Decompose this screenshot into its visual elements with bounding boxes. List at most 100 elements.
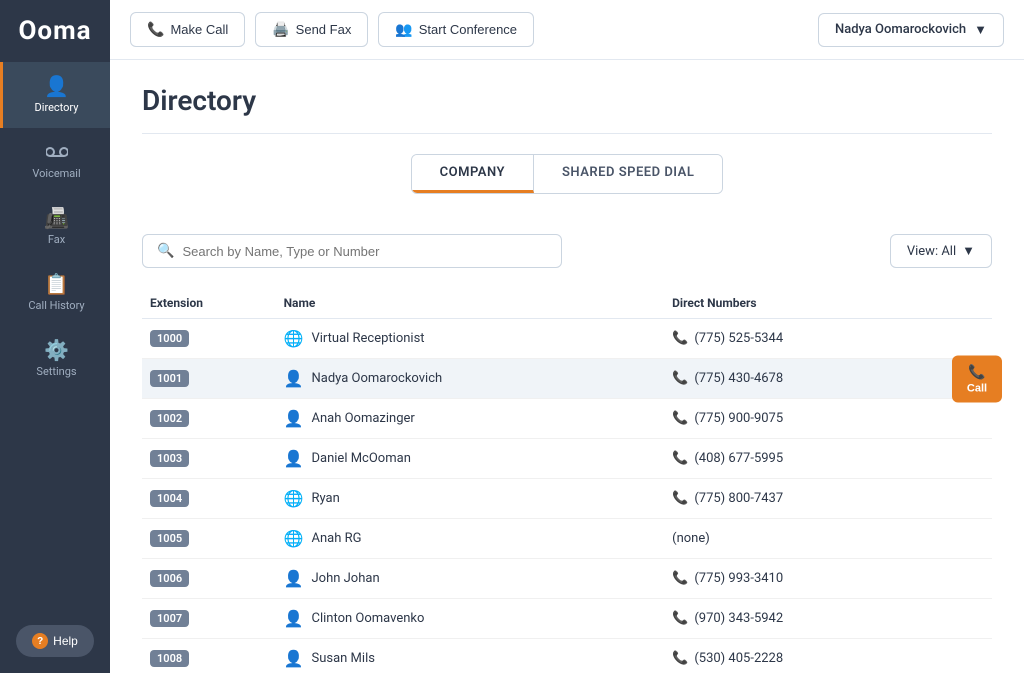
sidebar-item-voicemail[interactable]: Voicemail [0, 128, 110, 194]
person-icon: 👤 [284, 569, 304, 588]
dropdown-arrow-icon: ▼ [974, 22, 987, 38]
user-dropdown[interactable]: Nadya Oomarockovich ▼ [818, 13, 1004, 47]
globe-icon: 🌐 [284, 529, 304, 548]
table-header-row: Extension Name Direct Numbers [142, 288, 992, 319]
th-action [907, 288, 992, 319]
directory-table: Extension Name Direct Numbers 1000 🌐 Virtu… [142, 288, 992, 673]
tab-shared-speed-dial[interactable]: SHARED SPEED DIAL [534, 155, 722, 193]
cell-phone: (none) [664, 519, 907, 559]
divider [142, 133, 992, 134]
name-cell: 👤Susan Mils [284, 649, 653, 668]
cell-extension: 1003 [142, 439, 276, 479]
cell-action [907, 559, 992, 599]
sidebar: Ooma 👤 Directory Voicemail 📠 Fax 📋 Call … [0, 0, 110, 673]
table-row: 1000 🌐 Virtual Receptionist 📞 (775) 525-5344 [142, 319, 992, 359]
contact-name: Anah Oomazinger [311, 411, 414, 426]
search-input[interactable] [182, 244, 547, 259]
call-button[interactable]: 📞Call [952, 355, 1002, 402]
cell-extension: 1000 [142, 319, 276, 359]
cell-extension: 1005 [142, 519, 276, 559]
contact-name: Virtual Receptionist [311, 331, 424, 346]
phone-icon: 📞 [672, 611, 688, 626]
sidebar-item-fax[interactable]: 📠 Fax [0, 194, 110, 260]
cell-extension: 1002 [142, 399, 276, 439]
cell-action: 📞Call [907, 359, 992, 399]
tab-company[interactable]: COMPANY [412, 155, 534, 193]
table-row: 1002 👤 Anah Oomazinger 📞(775) 900-9075 [142, 399, 992, 439]
phone-cell: 📞 (775) 525-5344 [672, 331, 895, 346]
fax-icon: 📠 [44, 208, 69, 228]
help-area: ? Help [0, 609, 110, 673]
phone-number: (775) 525-5344 [694, 331, 783, 346]
phone-number: (530) 405-2228 [694, 651, 783, 666]
contact-name: Nadya Oomarockovich [311, 371, 442, 386]
cell-phone: 📞(970) 343-5942 [664, 599, 907, 639]
search-icon: 🔍 [157, 243, 174, 259]
globe-icon: 🌐 [284, 329, 304, 348]
cell-extension: 1006 [142, 559, 276, 599]
table-row: 1008👤Susan Mils📞(530) 405-2228 [142, 639, 992, 673]
help-button[interactable]: ? Help [16, 625, 94, 657]
start-conference-button[interactable]: 👥 Start Conference [378, 12, 534, 47]
directory-icon: 👤 [44, 76, 69, 96]
sidebar-item-call-history[interactable]: 📋 Call History [0, 260, 110, 326]
phone-number: (408) 677-5995 [694, 451, 783, 466]
cell-action [907, 479, 992, 519]
cell-name: 🌐 Virtual Receptionist [276, 319, 665, 359]
name-cell: 🌐Anah RG [284, 529, 653, 548]
phone-cell: 📞(775) 430-4678 [672, 371, 895, 386]
sidebar-item-label: Fax [48, 233, 65, 246]
cell-action [907, 319, 992, 359]
phone-icon: 📞 [672, 371, 688, 386]
table-row: 1007👤Clinton Oomavenko📞(970) 343-5942 [142, 599, 992, 639]
sidebar-item-settings[interactable]: ⚙️ Settings [0, 326, 110, 392]
extension-badge: 1006 [150, 570, 189, 587]
make-call-button[interactable]: 📞 Make Call [130, 12, 245, 47]
contact-name: John Johan [311, 571, 379, 586]
cell-action [907, 599, 992, 639]
cell-name: 🌐Ryan [276, 479, 665, 519]
contact-name: Susan Mils [311, 651, 374, 666]
cell-phone: 📞(775) 800-7437 [664, 479, 907, 519]
extension-badge: 1001 [150, 370, 189, 387]
page-title: Directory [142, 84, 992, 117]
sidebar-item-label: Call History [28, 299, 84, 312]
help-icon: ? [32, 633, 48, 649]
phone-icon: 📞 [147, 21, 164, 38]
sidebar-item-directory[interactable]: 👤 Directory [0, 62, 110, 128]
view-label: View: All [907, 244, 956, 259]
phone-cell: 📞(775) 800-7437 [672, 491, 895, 506]
table-row: 1001👤Nadya Oomarockovich📞(775) 430-4678📞… [142, 359, 992, 399]
cell-phone: 📞 (408) 677-5995 [664, 439, 907, 479]
person-icon: 👤 [284, 409, 304, 428]
view-dropdown-arrow-icon: ▼ [962, 243, 975, 259]
name-cell: 👤 John Johan [284, 569, 653, 588]
contact-name: Daniel McOoman [311, 451, 410, 466]
phone-icon: 📞 [672, 331, 688, 346]
th-direct-numbers: Direct Numbers [664, 288, 907, 319]
view-dropdown[interactable]: View: All ▼ [890, 234, 992, 268]
phone-cell: 📞(775) 900-9075 [672, 411, 895, 426]
conference-icon: 👥 [395, 21, 412, 38]
extension-badge: 1000 [150, 330, 189, 347]
name-cell: 🌐 Virtual Receptionist [284, 329, 653, 348]
extension-badge: 1005 [150, 530, 189, 547]
cell-action [907, 639, 992, 673]
table-row: 1004🌐Ryan 📞(775) 800-7437 [142, 479, 992, 519]
table-body: 1000 🌐 Virtual Receptionist 📞 (775) 525-5344… [142, 319, 992, 673]
name-cell: 👤Daniel McOoman [284, 449, 653, 468]
phone-icon: 📞 [672, 451, 688, 466]
page-content: Directory COMPANY SHARED SPEED DIAL 🔍 Vi… [110, 60, 1024, 673]
phone-number: (775) 993-3410 [694, 571, 783, 586]
logo-area: Ooma [0, 0, 110, 62]
cell-name: 👤 Anah Oomazinger [276, 399, 665, 439]
phone-icon: 📞 [672, 571, 688, 586]
cell-extension: 1004 [142, 479, 276, 519]
send-fax-button[interactable]: 🖨️ Send Fax [255, 12, 368, 47]
cell-name: 🌐Anah RG [276, 519, 665, 559]
name-cell: 👤Nadya Oomarockovich [284, 369, 653, 388]
th-name: Name [276, 288, 665, 319]
cell-name: 👤 John Johan [276, 559, 665, 599]
table-row: 1003 👤Daniel McOoman 📞 (408) 677-5995 [142, 439, 992, 479]
fax-btn-icon: 🖨️ [272, 21, 289, 38]
